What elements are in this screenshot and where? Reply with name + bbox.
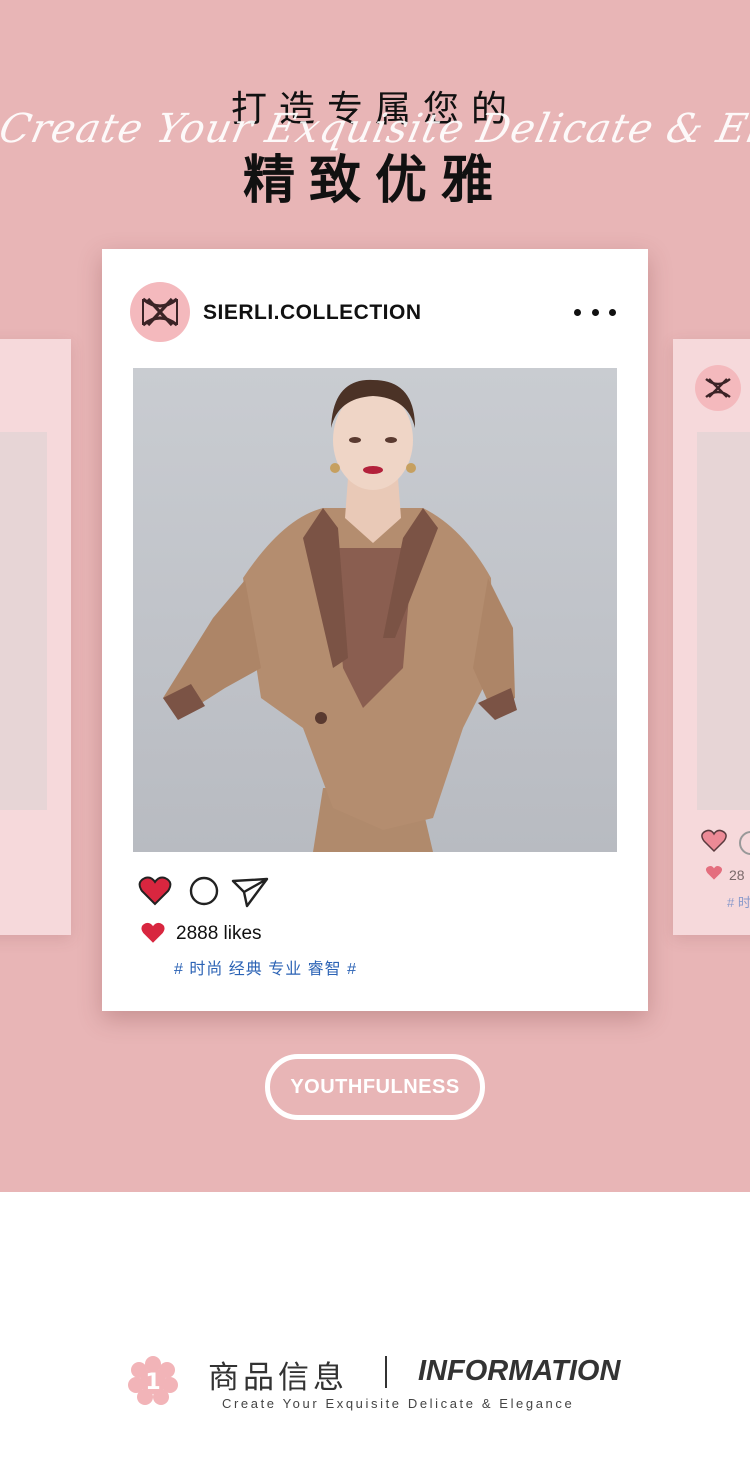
info-number: 1 xyxy=(145,1370,160,1395)
more-dots-icon[interactable] xyxy=(574,299,616,325)
info-divider xyxy=(385,1356,387,1388)
heart-icon xyxy=(701,829,727,853)
side-tags-text: # 时 xyxy=(727,895,750,910)
info-section xyxy=(0,1192,750,1461)
info-title-en: INFORMATION xyxy=(418,1355,621,1387)
brand-monogram-icon xyxy=(695,365,741,411)
hashtags[interactable]: # 时尚 经典 专业 睿智 # xyxy=(174,955,357,979)
side-card-left[interactable] xyxy=(0,339,71,935)
side-card-photo xyxy=(0,432,47,810)
youthfulness-button[interactable]: YOUTHFULNESS xyxy=(265,1054,485,1120)
hero-banner: 打造专属您的 Create Your Exquisite Delicate & … xyxy=(0,0,750,1192)
account-name[interactable]: SIERLI.COLLECTION xyxy=(203,301,422,325)
youthfulness-label: YOUTHFULNESS xyxy=(290,1075,460,1098)
comment-circle-icon xyxy=(739,831,750,855)
send-icon[interactable] xyxy=(230,875,270,909)
avatar[interactable] xyxy=(130,282,190,342)
flower-number-icon: 1 xyxy=(128,1356,178,1405)
script-tagline: Create Your Exquisite Delicate & Eleganc… xyxy=(0,106,750,152)
brand-monogram-icon xyxy=(141,297,179,327)
info-title-cn: 商品信息 xyxy=(208,1360,348,1396)
post-card: SIERLI.COLLECTION 2888 likes # 时尚 经典 专业 … xyxy=(102,249,648,1011)
post-photo xyxy=(133,368,617,852)
likes-count[interactable]: 2888 likes xyxy=(176,923,262,945)
comment-circle-icon[interactable] xyxy=(188,875,220,907)
heart-icon xyxy=(141,922,165,943)
info-subtitle: Create Your Exquisite Delicate & Eleganc… xyxy=(222,1396,575,1411)
side-card-photo xyxy=(697,432,750,810)
heart-icon xyxy=(705,865,723,880)
side-card-right[interactable]: 28 # 时 xyxy=(673,339,750,935)
side-likes-text: 28 xyxy=(729,867,745,883)
heart-icon[interactable] xyxy=(138,875,172,907)
